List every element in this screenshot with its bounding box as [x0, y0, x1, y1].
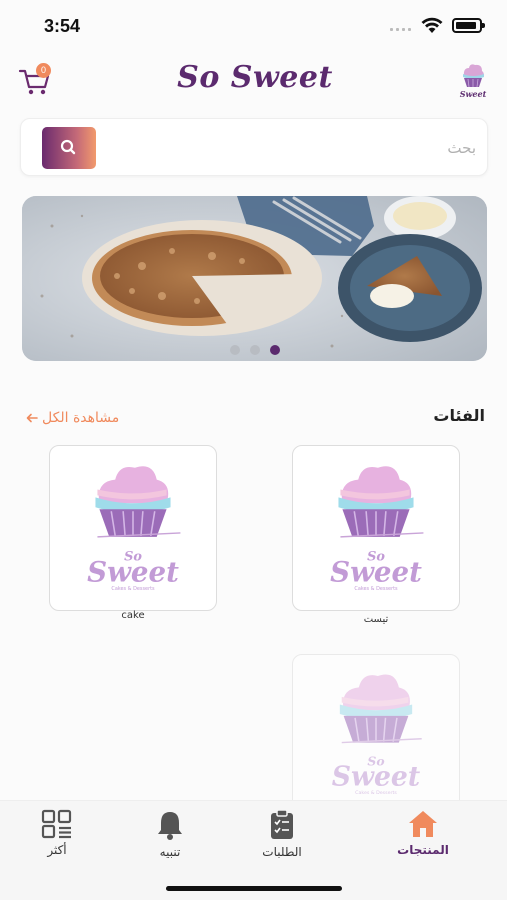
- category-card[interactable]: [292, 654, 460, 814]
- clipboard-icon: [271, 809, 293, 839]
- tab-products-label: المنتجات: [397, 843, 449, 857]
- app-header: 0 So Sweet Sweet: [0, 52, 507, 112]
- brand-logo-icon: Sweet: [460, 64, 487, 99]
- arrow-left-icon: [26, 413, 38, 423]
- tab-products[interactable]: المنتجات: [383, 809, 463, 857]
- tab-notifications-label: تنبيه: [159, 845, 181, 859]
- see-all-link[interactable]: مشاهدة الكل: [26, 410, 119, 426]
- tab-notifications[interactable]: تنبيه: [130, 809, 210, 859]
- brand-title: So Sweet: [177, 60, 333, 95]
- status-bar: 3:54: [0, 0, 507, 52]
- home-icon: [409, 811, 437, 837]
- search-icon: [60, 139, 76, 155]
- search-bar: [20, 118, 488, 176]
- bottom-tab-bar: المنتجات الطلبات تنبيه أكثر: [0, 800, 507, 900]
- wifi-icon: [421, 17, 443, 33]
- tab-more[interactable]: أكثر: [17, 809, 97, 857]
- cart-count-badge: 0: [36, 63, 51, 78]
- banner-dot[interactable]: [229, 345, 240, 355]
- search-button[interactable]: [42, 127, 96, 169]
- signal-icon: [390, 28, 411, 31]
- home-indicator: [166, 886, 342, 891]
- banner-dot-active[interactable]: [269, 345, 280, 355]
- app-screen: 3:54 0 So Sweet Sweet بحث الفئات مشاهدة …: [0, 0, 507, 900]
- category-label: تيست: [363, 614, 389, 625]
- battery-icon: [452, 18, 485, 33]
- status-time: 3:54: [44, 16, 81, 36]
- category-logo-image: [86, 465, 182, 594]
- category-logo-image: [329, 465, 425, 594]
- banner-pagination: [22, 345, 487, 355]
- search-input[interactable]: [111, 127, 476, 169]
- tab-orders-label: الطلبات: [262, 845, 302, 859]
- promo-banner[interactable]: [22, 196, 487, 361]
- svg-text:Sweet: Sweet: [460, 89, 487, 99]
- category-label: cake: [121, 610, 145, 621]
- category-card[interactable]: [49, 445, 217, 611]
- category-logo-image: [331, 673, 423, 797]
- category-card[interactable]: [292, 445, 460, 611]
- see-all-label: مشاهدة الكل: [42, 410, 120, 426]
- banner-dot[interactable]: [249, 345, 260, 355]
- banner-image: [22, 196, 487, 361]
- tab-more-label: أكثر: [47, 843, 67, 857]
- categories-title: الفئات: [433, 406, 485, 425]
- more-grid-icon: [41, 809, 72, 839]
- bell-icon: [158, 812, 182, 840]
- tab-orders[interactable]: الطلبات: [242, 809, 322, 859]
